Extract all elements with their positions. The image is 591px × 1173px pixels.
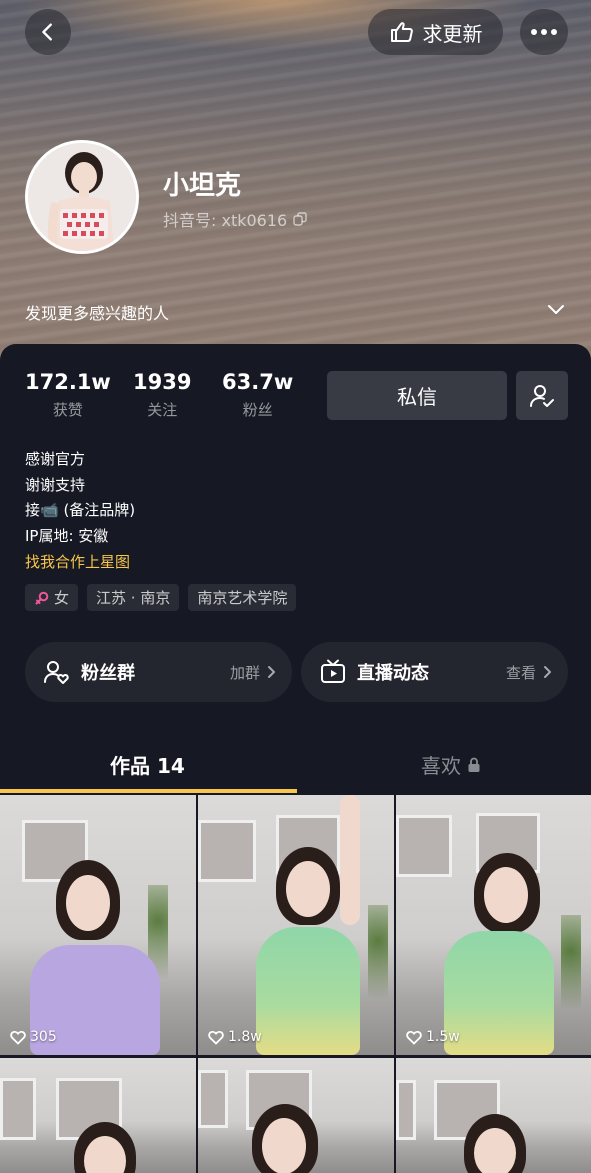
avatar[interactable] — [25, 140, 139, 254]
pointing-hand-icon — [390, 22, 413, 42]
chevron-right-icon — [268, 666, 275, 678]
video-thumbnail[interactable]: 1.8w — [198, 795, 394, 1055]
douyin-id-text: 抖音号: xtk0616 — [163, 211, 288, 230]
video-likes: 305 — [10, 1029, 57, 1045]
stat-following-label: 关注 — [147, 401, 178, 419]
view-live-label: 查看 — [505, 663, 536, 682]
stat-followers-label: 粉丝 — [242, 401, 273, 419]
tag-school-label: 南京艺术学院 — [197, 589, 288, 607]
person-face — [262, 1118, 306, 1173]
wall-frame — [0, 1078, 36, 1140]
bio-line: 接📹 (备注品牌) — [25, 501, 136, 519]
person-face — [66, 875, 110, 931]
chevron-left-icon — [42, 23, 52, 41]
fan-group-card[interactable]: 粉丝群 加群 — [25, 642, 292, 702]
video-likes-count: 305 — [30, 1029, 57, 1045]
video-thumbnail[interactable] — [396, 1058, 591, 1173]
back-button[interactable] — [25, 9, 71, 55]
join-group-action[interactable]: 加群 — [230, 662, 276, 683]
cooperation-link[interactable]: 找我合作上星图 — [25, 552, 130, 572]
person-face — [484, 867, 528, 923]
stat-followers[interactable]: 63.7w 粉丝 — [222, 370, 293, 420]
stat-following-value: 1939 — [133, 370, 192, 394]
video-likes: 1.8w — [208, 1029, 262, 1045]
video-likes: 1.5w — [406, 1029, 460, 1045]
more-options-button[interactable] — [520, 9, 568, 55]
person-face — [286, 861, 330, 917]
person-outfit — [444, 931, 554, 1055]
video-thumbnail[interactable]: 1.5w — [396, 795, 591, 1055]
video-likes-count: 1.8w — [228, 1029, 262, 1045]
live-updates-card[interactable]: 直播动态 查看 — [301, 642, 568, 702]
friend-status-button[interactable] — [516, 371, 568, 420]
douyin-id[interactable]: 抖音号: xtk0616 — [163, 207, 307, 231]
message-button[interactable]: 私信 — [327, 371, 507, 420]
video-likes-count: 1.5w — [426, 1029, 460, 1045]
female-icon — [35, 591, 49, 604]
bio-line: 感谢官方 — [25, 450, 86, 468]
plant — [368, 905, 388, 1025]
wall-frame — [396, 1080, 416, 1140]
video-thumbnail[interactable]: 305 — [0, 795, 196, 1055]
heart-icon — [406, 1030, 422, 1045]
lock-icon — [468, 757, 480, 772]
tv-icon — [321, 659, 345, 683]
fan-group-title: 粉丝群 — [81, 663, 135, 684]
view-live-action[interactable]: 查看 — [506, 662, 552, 683]
discover-more-people[interactable]: 发现更多感兴趣的人 — [25, 300, 169, 324]
raised-arm — [340, 795, 360, 925]
bio-line: 谢谢支持 — [25, 476, 86, 494]
wall-frame — [396, 815, 452, 877]
video-thumbnail[interactable] — [0, 1058, 196, 1173]
tag-gender-label: 女 — [54, 589, 70, 607]
request-update-label: 求更新 — [422, 21, 483, 46]
tab-likes[interactable]: 喜欢 — [421, 750, 481, 779]
more-dots-icon — [531, 29, 557, 35]
message-button-label: 私信 — [397, 385, 437, 409]
bio-ip-location: IP属地: 安徽 — [25, 527, 109, 545]
stat-likes[interactable]: 172.1w 获赞 — [25, 370, 111, 420]
profile-nickname: 小坦克 — [163, 171, 242, 201]
tag-location-label: 江苏 · 南京 — [96, 589, 171, 607]
person-face — [474, 1128, 516, 1173]
tag-gender: 女 — [25, 584, 79, 611]
wall-frame — [198, 1070, 228, 1128]
person-outfit — [256, 927, 360, 1055]
stat-likes-label: 获赞 — [52, 401, 83, 419]
copy-icon[interactable] — [293, 212, 307, 226]
active-tab-indicator — [0, 789, 297, 793]
live-updates-title: 直播动态 — [357, 663, 429, 684]
fan-group-icon — [44, 661, 69, 684]
chevron-down-icon[interactable] — [546, 302, 566, 318]
stat-following[interactable]: 1939 关注 — [133, 370, 191, 420]
tab-works[interactable]: 作品 14 — [110, 750, 185, 779]
heart-icon — [10, 1030, 26, 1045]
plant — [561, 915, 581, 1035]
join-group-label: 加群 — [229, 663, 260, 682]
wall-frame — [198, 820, 256, 882]
tab-likes-label: 喜欢 — [421, 754, 461, 778]
heart-icon — [208, 1030, 224, 1045]
avatar-photo — [28, 143, 136, 251]
request-update-button[interactable]: 求更新 — [368, 9, 503, 55]
video-thumbnail[interactable] — [198, 1058, 394, 1173]
tag-location: 江苏 · 南京 — [87, 584, 180, 611]
user-check-icon — [530, 384, 554, 407]
stat-followers-value: 63.7w — [222, 370, 294, 394]
stat-likes-value: 172.1w — [25, 370, 111, 394]
chevron-right-icon — [544, 666, 551, 678]
tag-school: 南京艺术学院 — [188, 584, 297, 611]
profile-tags: 女 江苏 · 南京 南京艺术学院 — [25, 584, 297, 611]
